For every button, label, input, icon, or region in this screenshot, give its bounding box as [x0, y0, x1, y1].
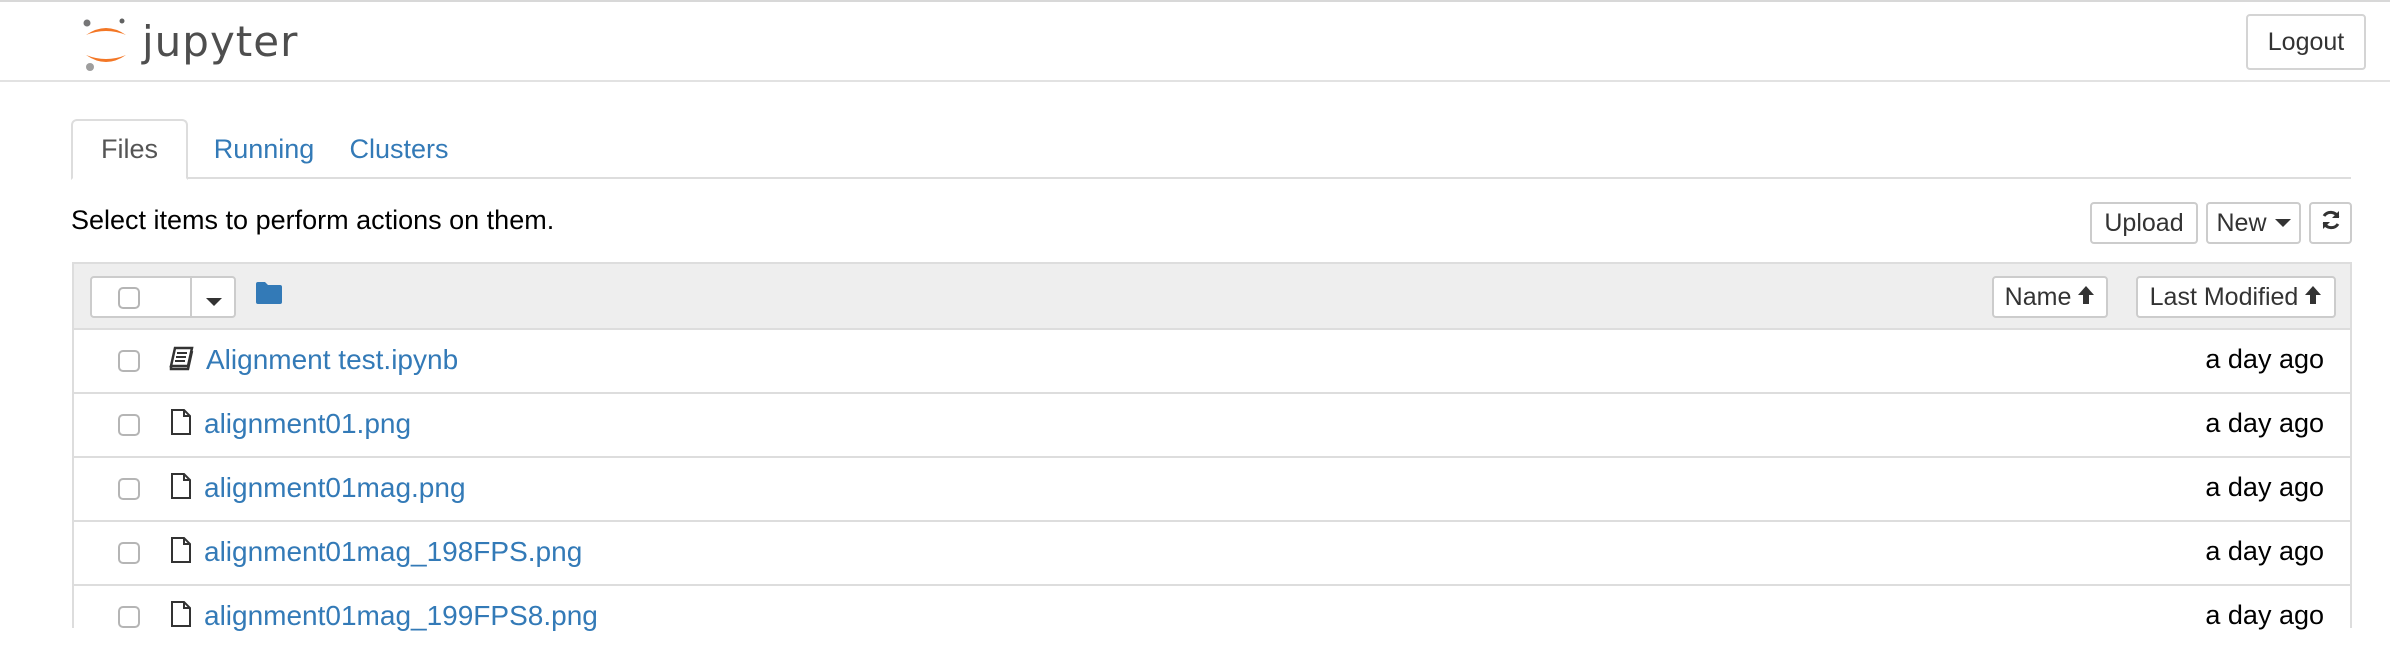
file-link[interactable]: Alignment test.ipynb	[206, 344, 458, 376]
modified-time: a day ago	[2205, 600, 2324, 630]
notebook-icon	[168, 346, 194, 377]
arrow-up-icon	[2077, 283, 2095, 312]
list-header: Name Last Modified	[74, 264, 2350, 330]
sort-name-button[interactable]: Name	[1992, 276, 2108, 318]
list-item[interactable]: Alignment test.ipynb a day ago	[74, 330, 2350, 394]
modified-time: a day ago	[2205, 408, 2324, 438]
file-icon	[170, 536, 192, 569]
list-item[interactable]: alignment01mag_198FPS.png a day ago	[74, 522, 2350, 586]
logout-button[interactable]: Logout	[2246, 14, 2366, 70]
file-list: Name Last Modified Alignment test.ipynb …	[72, 262, 2352, 631]
caret-down-icon	[2274, 219, 2291, 227]
modified-time: a day ago	[2205, 536, 2324, 566]
file-icon	[170, 600, 192, 633]
list-item[interactable]: alignment01.png a day ago	[74, 394, 2350, 458]
modified-time: a day ago	[2205, 472, 2324, 502]
select-all-dropdown[interactable]	[90, 276, 236, 318]
arrow-up-icon	[2304, 283, 2322, 312]
row-checkbox[interactable]	[118, 414, 140, 436]
folder-icon[interactable]	[255, 281, 283, 310]
tab-files[interactable]: Files	[71, 119, 188, 180]
row-checkbox[interactable]	[118, 478, 140, 500]
jupyter-logo[interactable]: jupyter	[82, 14, 298, 74]
list-item[interactable]: alignment01mag.png a day ago	[74, 458, 2350, 522]
refresh-button[interactable]	[2309, 202, 2352, 244]
row-checkbox[interactable]	[118, 350, 140, 372]
sort-modified-button[interactable]: Last Modified	[2136, 276, 2336, 318]
new-label: New	[2216, 208, 2267, 237]
tab-running[interactable]: Running	[199, 119, 329, 179]
logo-text: jupyter	[142, 16, 299, 66]
file-link[interactable]: alignment01mag_199FPS8.png	[204, 600, 598, 632]
modified-time: a day ago	[2205, 344, 2324, 374]
header: jupyter Logout	[0, 2, 2390, 82]
list-item[interactable]: alignment01mag_199FPS8.png a day ago	[74, 586, 2350, 650]
tab-bar: Files Running Clusters	[71, 119, 2351, 180]
upload-button[interactable]: Upload	[2090, 202, 2198, 244]
new-dropdown-button[interactable]: New	[2206, 202, 2301, 244]
select-divider	[190, 278, 192, 316]
file-link[interactable]: alignment01.png	[204, 408, 411, 440]
sort-name-label: Name	[2004, 282, 2072, 311]
selection-hint: Select items to perform actions on them.	[71, 205, 555, 235]
file-icon	[170, 472, 192, 505]
row-checkbox[interactable]	[118, 606, 140, 628]
file-link[interactable]: alignment01mag.png	[204, 472, 466, 504]
row-checkbox[interactable]	[118, 542, 140, 564]
refresh-icon	[2320, 209, 2342, 238]
sort-modified-label: Last Modified	[2149, 282, 2299, 311]
select-all-checkbox[interactable]	[118, 287, 140, 309]
file-icon	[170, 408, 192, 441]
jupyter-logo-icon	[82, 15, 130, 73]
caret-down-icon[interactable]	[206, 293, 222, 311]
tab-clusters[interactable]: Clusters	[339, 119, 459, 179]
file-link[interactable]: alignment01mag_198FPS.png	[204, 536, 582, 568]
